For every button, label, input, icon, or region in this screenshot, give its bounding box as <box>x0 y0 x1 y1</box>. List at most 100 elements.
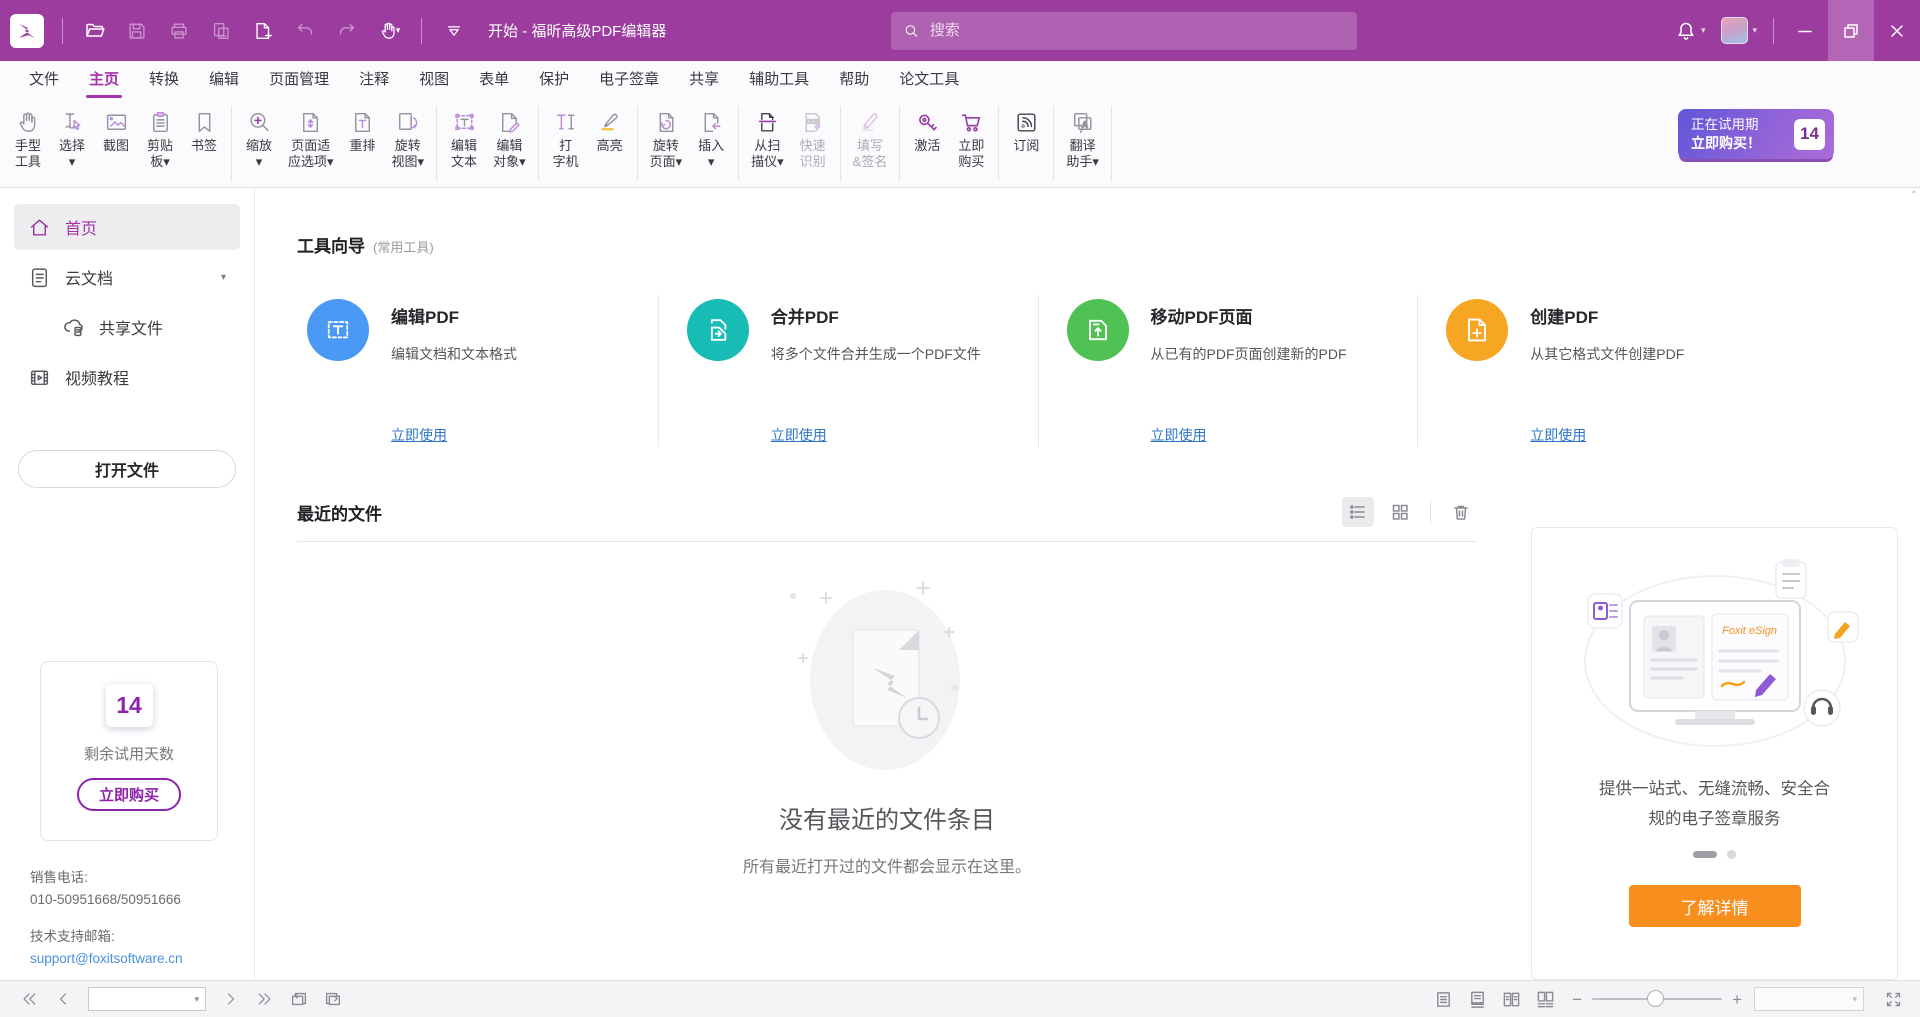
last-page-button[interactable] <box>250 985 280 1013</box>
next-view-button[interactable] <box>318 985 348 1013</box>
menu-home[interactable]: 主页 <box>74 68 134 98</box>
page-number-input[interactable] <box>89 988 188 1010</box>
zoom-out-icon[interactable]: − <box>1572 991 1582 1008</box>
tool-card-move-pdf-pages[interactable]: 移动PDF页面 从已有的PDF页面创建新的PDF 立即使用 <box>1038 295 1418 447</box>
continuous-view-button[interactable] <box>1462 985 1492 1013</box>
bookmark-button[interactable]: 书签 <box>182 104 226 156</box>
zoom-level-input[interactable] <box>1755 992 1846 1007</box>
learn-more-button[interactable]: 了解详情 <box>1629 885 1801 927</box>
undo-icon[interactable] <box>287 13 323 49</box>
buy-now-pill-button[interactable]: 立即购买 <box>77 778 181 811</box>
search-box[interactable] <box>891 12 1357 50</box>
first-page-button[interactable] <box>14 985 44 1013</box>
use-now-link[interactable]: 立即使用 <box>771 425 981 447</box>
hand-tool-quick-icon[interactable]: ▾ <box>371 13 407 49</box>
scrollbar-up-icon[interactable]: ⌃ <box>1910 190 1918 201</box>
list-view-button[interactable] <box>1342 497 1374 527</box>
menu-comment[interactable]: 注释 <box>344 68 404 98</box>
minimize-button[interactable] <box>1782 0 1828 61</box>
translate-assistant-button[interactable]: A 翻译 助手▾ <box>1059 104 1106 172</box>
quick-ocr-button[interactable]: OCR 快速 识别 <box>791 104 835 172</box>
insert-pages-button[interactable]: 插入 ▾ <box>689 104 733 172</box>
hand-tool-button[interactable]: 手型 工具 <box>6 104 50 172</box>
menu-protect[interactable]: 保护 <box>524 68 584 98</box>
zoom-slider-thumb[interactable] <box>1647 990 1664 1007</box>
facing-view-button[interactable] <box>1496 985 1526 1013</box>
titlebar-separator <box>1773 18 1774 44</box>
highlight-button[interactable]: 高亮 <box>588 104 632 156</box>
save-icon[interactable] <box>119 13 155 49</box>
from-scanner-button[interactable]: 从扫 描仪▾ <box>744 104 791 172</box>
restore-button[interactable] <box>1828 0 1874 61</box>
notifications-button[interactable]: ▾ <box>1667 0 1714 61</box>
fullscreen-button[interactable] <box>1878 985 1908 1013</box>
sidebar-item-video-tutorials[interactable]: 视频教程 <box>14 354 240 400</box>
menu-help[interactable]: 帮助 <box>824 68 884 98</box>
sidebar-item-cloud-docs[interactable]: 云文档 ▾ <box>14 254 240 300</box>
rotate-pages-button[interactable]: 旋转 页面▾ <box>643 104 690 172</box>
rotate-view-button[interactable]: 旋转 视图▾ <box>385 104 432 172</box>
single-page-view-button[interactable] <box>1428 985 1458 1013</box>
account-button[interactable]: ▾ <box>1713 0 1765 61</box>
grid-view-button[interactable] <box>1384 497 1416 527</box>
page-fit-button[interactable]: 页面适 应选项▾ <box>281 104 341 172</box>
customize-toolbar-icon[interactable] <box>436 13 472 49</box>
reflow-button[interactable]: 重排 <box>341 104 385 156</box>
edit-object-button[interactable]: 编辑 对象▾ <box>486 104 533 172</box>
recent-empty-state: 没有最近的文件条目 所有最近打开过的文件都会显示在这里。 <box>297 542 1477 877</box>
clipboard-button[interactable]: 剪贴 板▾ <box>138 104 182 172</box>
print-icon[interactable] <box>161 13 197 49</box>
close-button[interactable] <box>1874 0 1920 61</box>
carousel-dots <box>1693 850 1736 859</box>
next-page-button[interactable] <box>216 985 246 1013</box>
previous-page-button[interactable] <box>48 985 78 1013</box>
zoom-level-combo[interactable]: ▾ <box>1754 987 1864 1011</box>
cloud-docs-caret-icon[interactable]: ▾ <box>221 272 226 283</box>
fill-sign-button[interactable]: 填写 &签名 <box>846 104 895 172</box>
zoom-combo-caret-icon[interactable]: ▾ <box>1846 994 1863 1005</box>
menu-edit[interactable]: 编辑 <box>194 68 254 98</box>
edit-text-button[interactable]: 编辑 文本 <box>442 104 486 172</box>
typewriter-button[interactable]: 打 字机 <box>544 104 588 172</box>
sidebar-item-home[interactable]: 首页 <box>14 204 240 250</box>
use-now-link[interactable]: 立即使用 <box>1151 425 1347 447</box>
menu-accessibility[interactable]: 辅助工具 <box>734 68 824 98</box>
buy-now-button[interactable]: 立即 购买 <box>949 104 993 172</box>
zoom-button[interactable]: 缩放 ▾ <box>237 104 281 172</box>
page-combo-caret-icon[interactable]: ▾ <box>188 994 205 1005</box>
search-input[interactable] <box>930 22 1345 39</box>
redo-icon[interactable] <box>329 13 365 49</box>
open-file-icon[interactable] <box>77 13 113 49</box>
tool-card-merge-pdf[interactable]: 合并PDF 将多个文件合并生成一个PDF文件 立即使用 <box>658 295 1038 447</box>
carousel-dot-active[interactable] <box>1693 851 1717 858</box>
activate-button[interactable]: 激活 <box>905 104 949 156</box>
subscribe-button[interactable]: 订阅 <box>1004 104 1048 156</box>
sidebar-item-shared-files[interactable]: 共享文件 <box>14 304 240 350</box>
menu-esign[interactable]: 电子签章 <box>584 68 674 98</box>
trial-buy-badge[interactable]: 正在试用期 立即购买！ 14 <box>1678 109 1834 159</box>
menu-view[interactable]: 视图 <box>404 68 464 98</box>
menu-convert[interactable]: 转换 <box>134 68 194 98</box>
delete-pages-icon[interactable] <box>203 13 239 49</box>
page-number-combo[interactable]: ▾ <box>88 987 206 1011</box>
support-email-link[interactable]: support@foxitsoftware.cn <box>30 948 254 970</box>
menu-page-management[interactable]: 页面管理 <box>254 68 344 98</box>
menu-paper-tools[interactable]: 论文工具 <box>884 68 974 98</box>
menu-form[interactable]: 表单 <box>464 68 524 98</box>
open-file-button[interactable]: 打开文件 <box>18 450 236 488</box>
menu-file[interactable]: 文件 <box>14 68 74 98</box>
carousel-dot[interactable] <box>1727 850 1736 859</box>
zoom-in-plus-icon[interactable]: + <box>1732 991 1742 1008</box>
create-page-icon[interactable] <box>245 13 281 49</box>
snapshot-button[interactable]: 截图 <box>94 104 138 156</box>
previous-view-button[interactable] <box>284 985 314 1013</box>
use-now-link[interactable]: 立即使用 <box>1530 425 1684 447</box>
menu-share[interactable]: 共享 <box>674 68 734 98</box>
facing-continuous-view-button[interactable] <box>1530 985 1560 1013</box>
tool-card-create-pdf[interactable]: 创建PDF 从其它格式文件创建PDF 立即使用 <box>1417 295 1797 447</box>
zoom-slider-track[interactable] <box>1592 998 1722 1000</box>
select-tool-button[interactable]: 选择 ▾ <box>50 104 94 172</box>
tool-card-edit-pdf[interactable]: 编辑PDF 编辑文档和文本格式 立即使用 <box>297 295 658 447</box>
use-now-link[interactable]: 立即使用 <box>391 425 517 447</box>
clear-recent-button[interactable] <box>1445 497 1477 527</box>
